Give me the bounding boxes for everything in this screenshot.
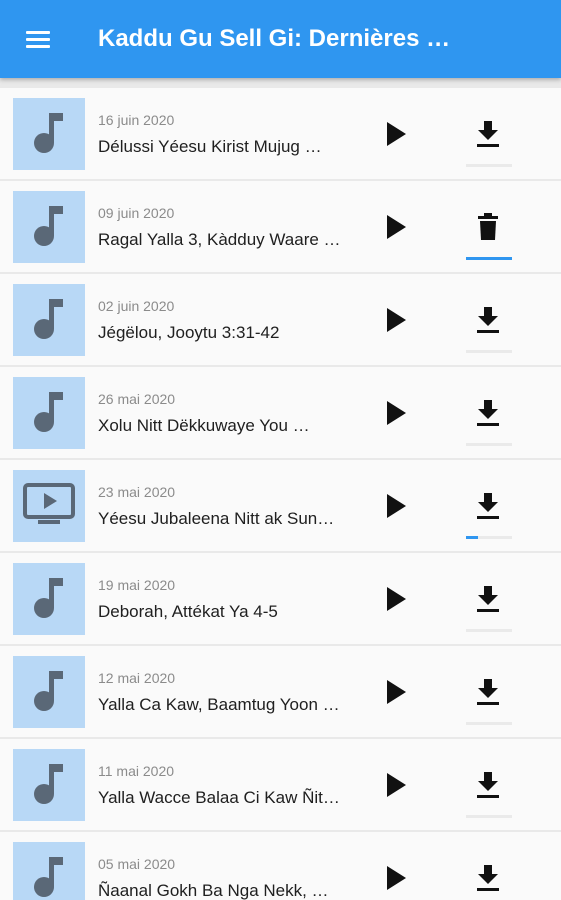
item-title: Ragal Yalla 3, Kàdduy Waare …	[98, 230, 341, 249]
item-title: Délussi Yéesu Kirist Mujug …	[98, 137, 322, 156]
episode-list: 16 juin 2020 Délussi Yéesu Kirist Mujug ……	[0, 88, 561, 900]
page-title: Kaddu Gu Sell Gi: Dernières …	[98, 25, 451, 52]
download-progress-bar	[466, 722, 512, 725]
item-title: Deborah, Attékat Ya 4-5	[98, 602, 278, 621]
download-progress-bar	[466, 443, 512, 446]
music-note-icon	[31, 388, 67, 439]
list-item[interactable]: 05 mai 2020 Ñaanal Gokh Ba Nga Nekk, …	[0, 832, 561, 900]
music-thumbnail	[13, 842, 85, 900]
item-date: 16 juin 2020	[98, 112, 175, 128]
music-thumbnail	[13, 563, 85, 635]
tv-play-icon	[22, 482, 76, 531]
play-icon[interactable]	[378, 581, 414, 617]
download-progress-bar	[466, 536, 512, 539]
menu-bar-line	[26, 44, 50, 48]
list-item[interactable]: 19 mai 2020 Deborah, Attékat Ya 4-5	[0, 553, 561, 644]
download-progress-fill	[466, 257, 512, 260]
list-item[interactable]: 11 mai 2020 Yalla Wacce Balaa Ci Kaw Ñit…	[0, 739, 561, 830]
item-title: Xolu Nitt Dëkkuwaye You …	[98, 416, 310, 435]
download-icon[interactable]	[468, 393, 508, 433]
download-icon[interactable]	[468, 765, 508, 805]
play-icon[interactable]	[378, 395, 414, 431]
play-icon[interactable]	[378, 488, 414, 524]
list-item[interactable]: 26 mai 2020 Xolu Nitt Dëkkuwaye You …	[0, 367, 561, 458]
menu-bar-line	[26, 30, 50, 34]
item-date: 02 juin 2020	[98, 298, 175, 314]
music-thumbnail	[13, 98, 85, 170]
item-date: 11 mai 2020	[98, 763, 175, 779]
item-date: 23 mai 2020	[98, 484, 176, 500]
list-item[interactable]: 12 mai 2020 Yalla Ca Kaw, Baamtug Yoon …	[0, 646, 561, 737]
music-thumbnail	[13, 284, 85, 356]
delete-icon[interactable]	[468, 207, 508, 247]
download-icon[interactable]	[468, 300, 508, 340]
download-icon[interactable]	[468, 486, 508, 526]
download-progress-bar	[466, 257, 512, 260]
menu-bar-line	[26, 37, 50, 41]
music-note-icon	[31, 760, 67, 811]
item-title: Yalla Ca Kaw, Baamtug Yoon …	[98, 695, 340, 714]
music-note-icon	[31, 109, 67, 160]
play-icon[interactable]	[378, 209, 414, 245]
download-progress-fill	[466, 536, 478, 539]
app-bar: Kaddu Gu Sell Gi: Dernières …	[0, 0, 561, 78]
music-thumbnail	[13, 656, 85, 728]
download-icon[interactable]	[468, 114, 508, 154]
item-date: 12 mai 2020	[98, 670, 176, 686]
download-progress-bar	[466, 350, 512, 353]
item-title: Jégëlou, Jooytu 3:31-42	[98, 323, 280, 342]
play-icon[interactable]	[378, 767, 414, 803]
music-thumbnail	[13, 749, 85, 821]
download-icon[interactable]	[468, 672, 508, 712]
video-thumbnail	[13, 470, 85, 542]
play-icon[interactable]	[378, 116, 414, 152]
item-title: Ñaanal Gokh Ba Nga Nekk, …	[98, 881, 329, 900]
item-title: Yéesu Jubaleena Nitt ak Sun…	[98, 509, 335, 528]
download-progress-bar	[466, 164, 512, 167]
play-icon[interactable]	[378, 674, 414, 710]
music-note-icon	[31, 574, 67, 625]
download-icon[interactable]	[468, 579, 508, 619]
item-date: 09 juin 2020	[98, 205, 175, 221]
download-progress-bar	[466, 815, 512, 818]
list-item[interactable]: 09 juin 2020 Ragal Yalla 3, Kàdduy Waare …	[0, 181, 561, 272]
music-thumbnail	[13, 191, 85, 263]
item-date: 05 mai 2020	[98, 856, 176, 872]
music-note-icon	[31, 667, 67, 718]
item-date: 19 mai 2020	[98, 577, 176, 593]
download-icon[interactable]	[468, 858, 508, 898]
hamburger-menu-icon[interactable]	[16, 17, 60, 61]
music-note-icon	[31, 853, 67, 900]
play-icon[interactable]	[378, 302, 414, 338]
music-note-icon	[31, 295, 67, 346]
item-title: Yalla Wacce Balaa Ci Kaw Ñit…	[98, 788, 340, 807]
list-item[interactable]: 23 mai 2020 Yéesu Jubaleena Nitt ak Sun…	[0, 460, 561, 551]
item-date: 26 mai 2020	[98, 391, 176, 407]
music-thumbnail	[13, 377, 85, 449]
download-progress-bar	[466, 629, 512, 632]
list-item[interactable]: 16 juin 2020 Délussi Yéesu Kirist Mujug …	[0, 88, 561, 179]
list-item[interactable]: 02 juin 2020 Jégëlou, Jooytu 3:31-42	[0, 274, 561, 365]
music-note-icon	[31, 202, 67, 253]
play-icon[interactable]	[378, 860, 414, 896]
